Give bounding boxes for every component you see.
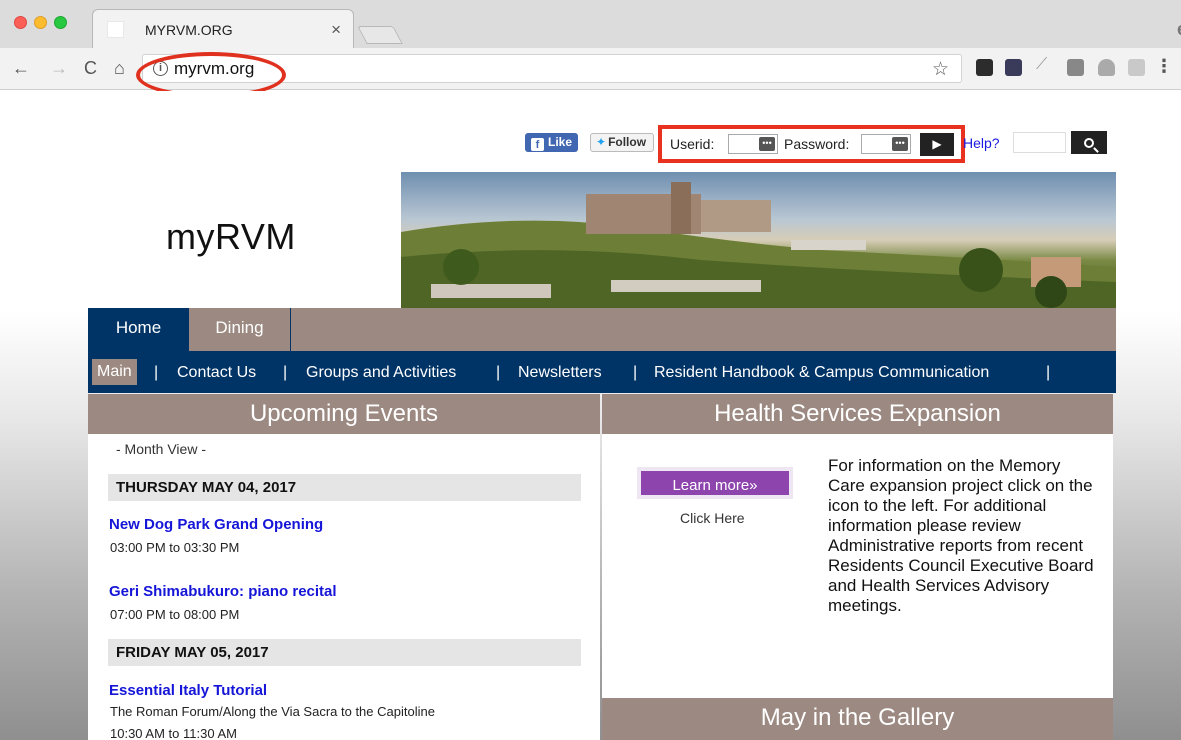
gallery-panel: May in the Gallery [602,698,1113,740]
extension-cloud-icon[interactable] [1098,59,1115,76]
browser-tabstrip: MYRVM.ORG × e [0,0,1181,48]
event-time: 10:30 AM to 11:30 AM [110,726,237,740]
help-link[interactable]: Help? [963,135,1000,151]
close-window-button[interactable] [14,16,27,29]
event-subtitle: The Roman Forum/Along the Via Sacra to t… [110,704,435,719]
userid-label: Userid: [670,136,715,152]
nav-tab-dining[interactable]: Dining [189,308,291,351]
home-icon[interactable]: ⌂ [114,59,125,77]
sub-nav: Main | Contact Us | Groups and Activitie… [88,351,1116,393]
search-button[interactable] [1071,131,1107,154]
event-date-header: FRIDAY MAY 05, 2017 [108,639,581,666]
password-manager-icon[interactable]: ••• [892,137,908,151]
extension-square-icon[interactable] [1067,59,1084,76]
reload-icon[interactable]: C [84,59,97,77]
site-logo[interactable]: myRVM [166,216,296,258]
bookmark-star-icon[interactable]: ☆ [932,58,949,81]
extension-dots-icon[interactable] [1005,59,1022,76]
login-form: Userid: ••• Password: ••• ▶ [658,125,965,163]
health-services-heading: Health Services Expansion [602,394,1113,434]
profile-icon[interactable]: e [1177,19,1181,40]
subnav-item-main[interactable]: Main [92,359,137,385]
extension-translate-icon[interactable] [1128,59,1145,76]
tab-title: MYRVM.ORG [145,22,233,38]
facebook-like-button[interactable]: f Like [525,133,578,152]
userid-input[interactable]: ••• [728,134,778,154]
new-tab-button[interactable] [357,26,403,44]
event-title-link[interactable]: New Dog Park Grand Opening [109,516,323,533]
subnav-item-groups-and-activities[interactable]: Groups and Activities [306,364,456,382]
learn-more-button[interactable]: Learn more» [637,467,793,499]
event-title-link[interactable]: Essential Italy Tutorial [109,682,267,699]
event-title-link[interactable]: Geri Shimabukuro: piano recital [109,583,337,600]
click-here-caption: Click Here [680,510,745,526]
password-label: Password: [784,136,850,152]
twitter-follow-button[interactable]: ✦ Follow [590,133,654,152]
browser-tab[interactable]: MYRVM.ORG × [92,9,354,48]
twitter-bird-icon: ✦ [596,135,607,149]
subnav-item-newsletters[interactable]: Newsletters [518,364,602,382]
extension-evernote-icon[interactable] [976,59,993,76]
subnav-item-contact-us[interactable]: Contact Us [177,364,256,382]
maximize-window-button[interactable] [54,16,67,29]
campus-photo [401,172,1116,308]
nav-tab-home[interactable]: Home [88,308,189,351]
facebook-icon: f [531,138,544,151]
site-search-input[interactable] [1013,132,1066,153]
password-input[interactable]: ••• [861,134,911,154]
subnav-separator: | [1046,364,1051,381]
upcoming-events-panel: Upcoming Events - Month View - THURSDAY … [88,394,600,740]
web-page: f Like ✦ Follow Userid: ••• Password: ••• … [0,91,1181,740]
main-nav: Home Dining [88,308,1116,351]
gallery-heading: May in the Gallery [602,698,1113,740]
forward-icon[interactable]: → [50,59,68,77]
minimize-window-button[interactable] [34,16,47,29]
month-view-link[interactable]: - Month View - [116,441,206,457]
campus-banner-image [401,172,1116,308]
subnav-separator: | [154,364,159,381]
site-logo-area[interactable]: myRVM [88,172,401,308]
login-submit-button[interactable]: ▶ [920,133,954,156]
follow-label: Follow [608,135,647,149]
top-utility-bar: f Like ✦ Follow Userid: ••• Password: ••• … [0,125,1181,163]
tab-close-icon[interactable]: × [331,20,341,40]
like-label: Like [548,135,573,149]
password-manager-icon[interactable]: ••• [759,137,775,151]
subnav-separator: | [496,364,501,381]
upcoming-events-heading: Upcoming Events [88,394,600,434]
event-time: 03:00 PM to 03:30 PM [110,540,240,555]
favicon-icon [107,21,124,38]
subnav-separator: | [633,364,638,381]
health-services-description: For information on the Memory Care expan… [828,456,1094,615]
browser-menu-icon[interactable]: ⋮ [1155,57,1173,75]
extension-arrow-icon[interactable]: ⟋ [1036,56,1053,73]
search-icon [1084,138,1094,148]
event-date-header: THURSDAY MAY 04, 2017 [108,474,581,501]
subnav-item-resident-handbook[interactable]: Resident Handbook & Campus Communication [654,364,989,382]
back-icon[interactable]: ← [12,59,30,77]
event-time: 07:00 PM to 08:00 PM [110,607,240,622]
health-services-panel: Health Services Expansion Learn more» Cl… [602,394,1113,699]
subnav-separator: | [283,364,288,381]
